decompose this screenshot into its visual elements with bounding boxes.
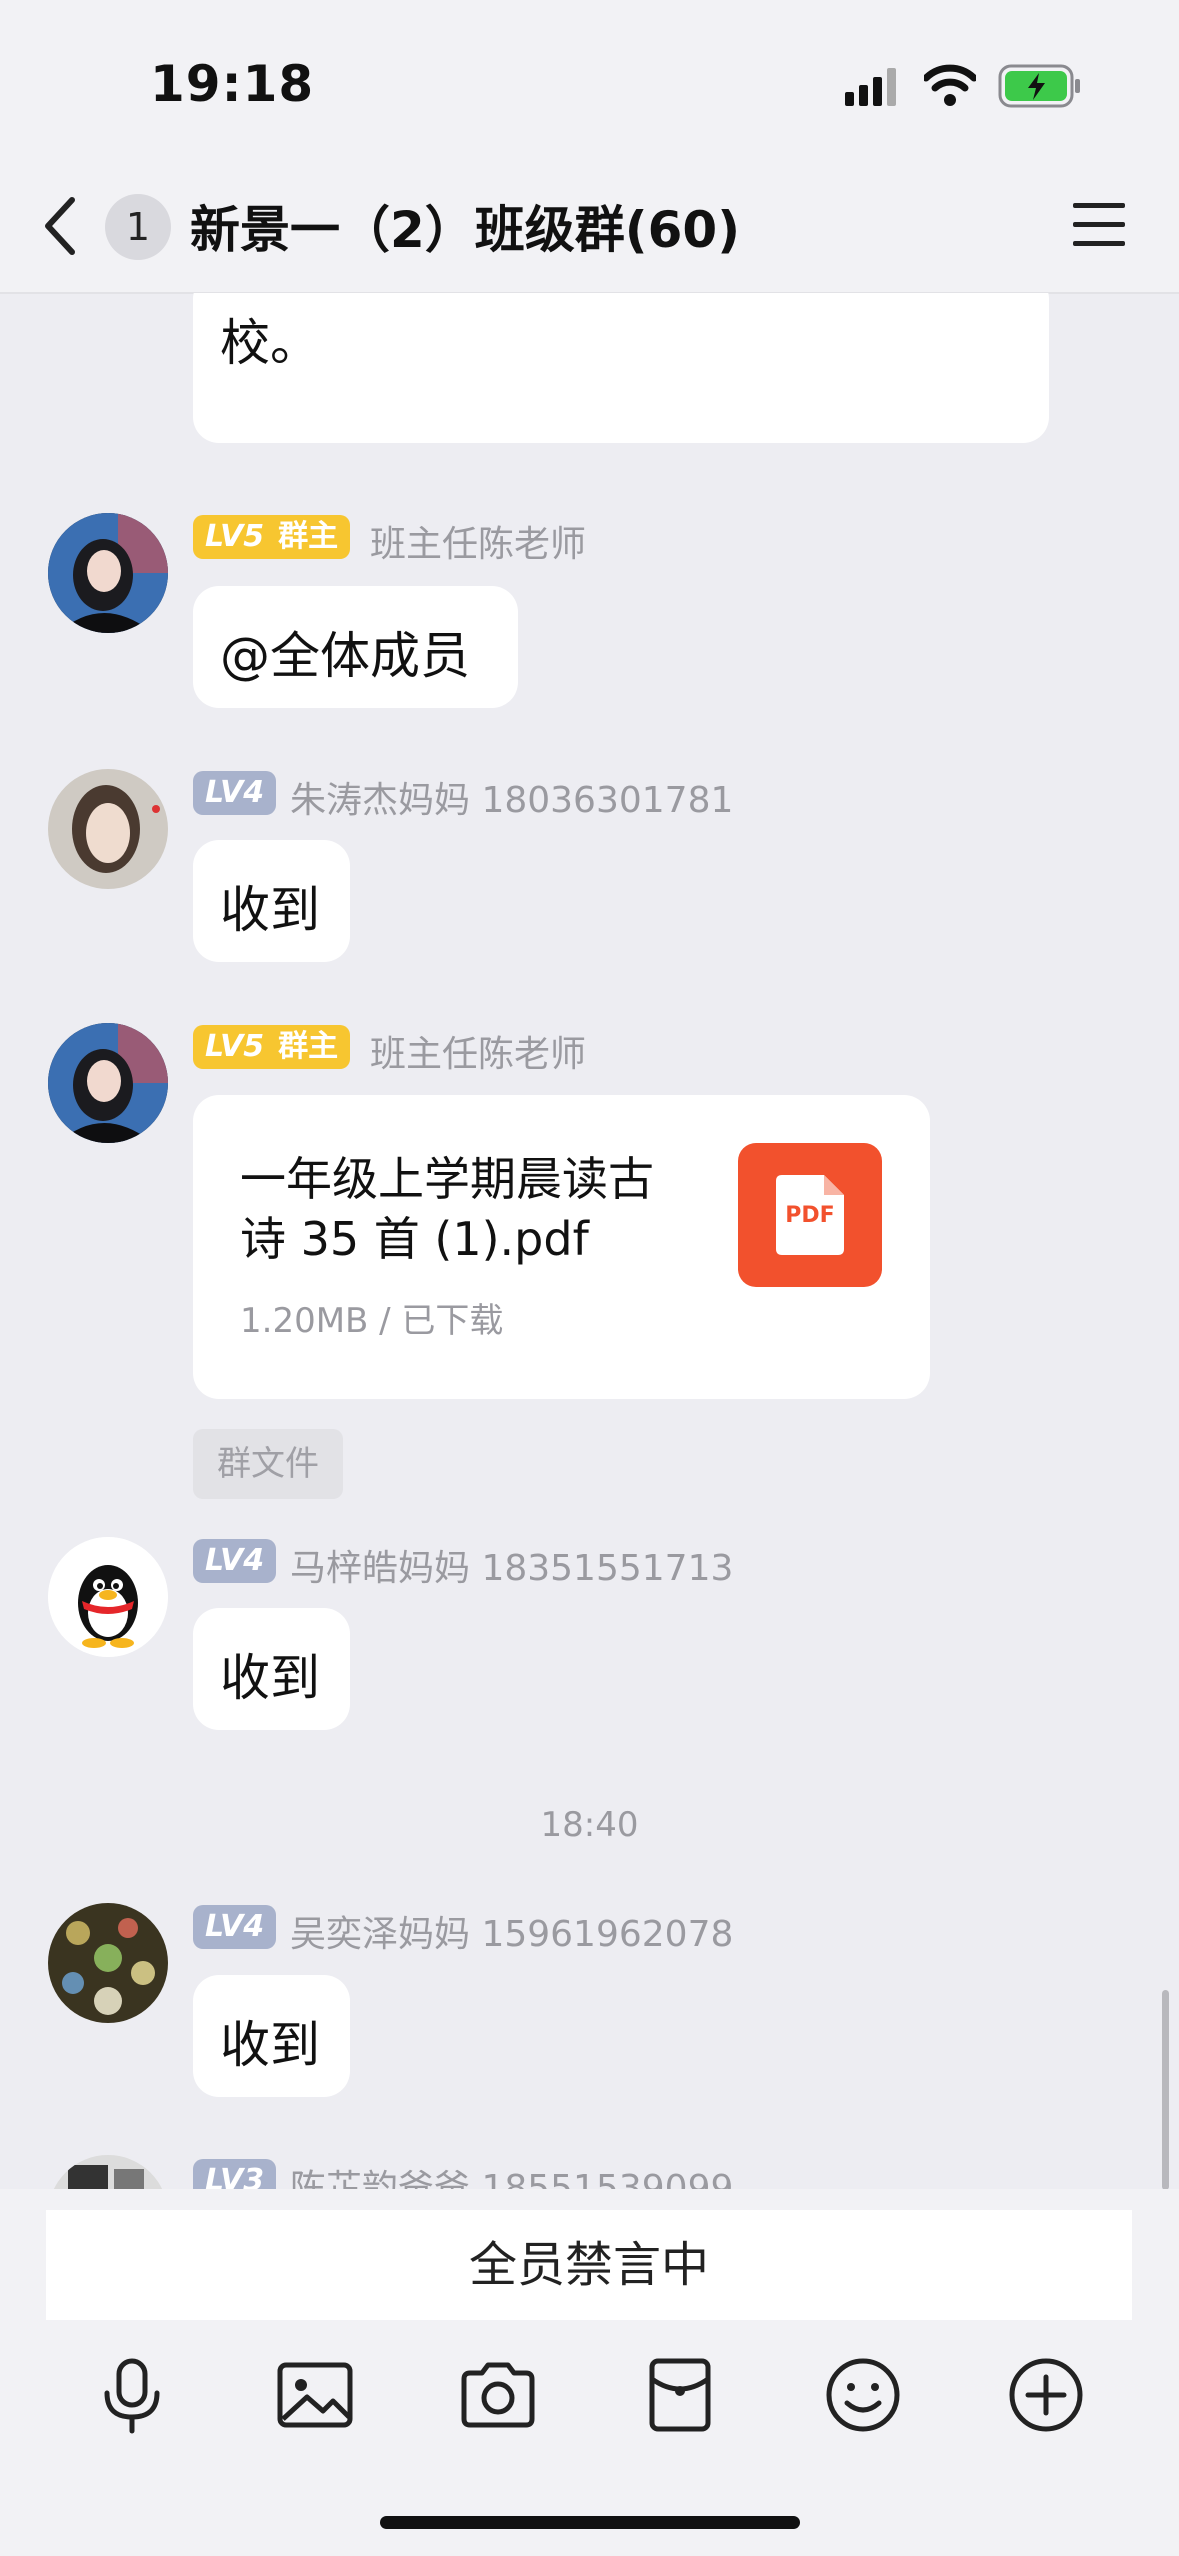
avatar[interactable] [48,769,168,889]
avatar-woman-icon [48,769,168,889]
menu-icon[interactable] [1073,203,1125,247]
red-packet-icon[interactable] [640,2355,720,2435]
sender-name: 朱涛杰妈妈 18036301781 [290,780,734,821]
microphone-icon[interactable] [92,2355,172,2435]
time-divider: 18:40 [540,1805,639,1845]
wifi-icon [924,64,976,106]
scrollbar[interactable] [1162,1990,1169,2190]
sender-name: 吴奕泽妈妈 15961962078 [290,1914,734,1955]
avatar-bokeh-icon [48,1903,168,2023]
sender-name: 陈芷韵爸爸 18551539099 [290,2168,734,2189]
avatar-photo-icon [48,2155,168,2189]
all-muted-banner: 全员禁言中 [46,2210,1132,2320]
avatar[interactable] [48,513,168,633]
level-badge: LV3 [193,2159,277,2189]
level-badge: LV5 群主 [193,1025,351,1069]
cellular-signal-icon [845,68,896,106]
pdf-file-icon: PDF [738,1143,882,1287]
chat-list[interactable]: 校。 LV5 群主 班主任陈老师 @全体成员 LV4 朱涛杰妈妈 18036301… [0,293,1179,2189]
emoji-icon[interactable] [823,2355,903,2435]
message-text: @全体成员 [220,627,470,685]
image-icon[interactable] [275,2355,355,2435]
avatar[interactable] [48,2155,168,2189]
message-text: 收到 [220,881,320,939]
avatar[interactable] [48,1903,168,2023]
avatar[interactable] [48,1023,168,1143]
pdf-label: PDF [785,1203,835,1228]
message-bubble[interactable] [193,293,1049,443]
avatar-girl-icon [48,513,168,633]
message-text: 收到 [220,2016,320,2074]
sender-name: 班主任陈老师 [370,1034,587,1075]
message-text: 校。 [220,314,320,372]
unread-badge[interactable]: 1 [105,194,171,260]
avatar[interactable] [48,1537,168,1657]
sender-name: 班主任陈老师 [370,524,587,565]
file-name-line1: 一年级上学期晨读古 [240,1152,654,1206]
plus-icon[interactable] [1006,2355,1086,2435]
group-file-tag[interactable]: 群文件 [193,1429,343,1499]
file-meta: 1.20MB / 已下载 [240,1301,504,1341]
camera-icon[interactable] [458,2355,538,2435]
message-text: 收到 [220,1649,320,1707]
file-name-line2: 诗 35 首 (1).pdf [240,1212,589,1266]
battery-charging-icon [998,64,1080,108]
level-badge: LV4 [193,771,277,815]
sender-name: 马梓皓妈妈 18351551713 [290,1548,734,1589]
avatar-girl-icon [48,1023,168,1143]
status-time: 19:18 [150,55,315,113]
qq-penguin-icon [48,1537,168,1657]
home-indicator[interactable] [380,2516,800,2529]
level-badge: LV4 [193,1905,277,1949]
level-badge: LV5 群主 [193,515,351,559]
page-title: 新景一（2）班级群(60) [190,201,741,259]
level-badge: LV4 [193,1539,277,1583]
back-chevron-icon[interactable] [40,194,80,258]
